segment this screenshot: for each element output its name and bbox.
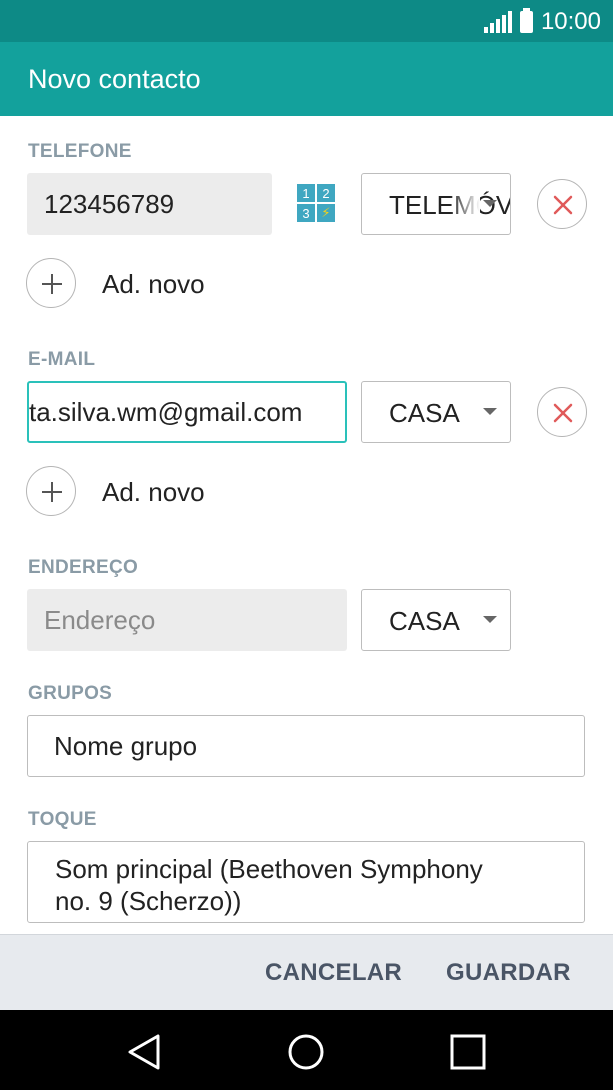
ringtone-section-label: TOQUE (28, 809, 97, 830)
keypad-icon[interactable]: 1 2 3 ⚡ (297, 184, 335, 222)
address-type-dropdown[interactable]: CASA (361, 589, 511, 651)
email-input[interactable]: ta.silva.wm@gmail.com (27, 381, 347, 443)
add-phone-button[interactable] (26, 258, 76, 308)
remove-email-button[interactable] (537, 387, 587, 437)
email-type-dropdown[interactable]: CASA (361, 381, 511, 443)
home-icon[interactable] (286, 1032, 326, 1072)
back-icon[interactable] (125, 1032, 165, 1072)
add-email-button[interactable] (26, 466, 76, 516)
keypad-digit: ⚡ (317, 204, 335, 222)
app-bar: Novo contacto (0, 42, 613, 116)
close-icon (553, 403, 573, 423)
chevron-down-icon (483, 200, 497, 207)
chevron-down-icon (483, 408, 497, 415)
phone-type-dropdown[interactable]: TELEMÓVEL (361, 173, 511, 235)
address-placeholder: Endereço (44, 604, 156, 635)
chevron-down-icon (483, 616, 497, 623)
add-phone-label[interactable]: Ad. novo (102, 269, 205, 300)
email-section-label: E-MAIL (28, 349, 96, 370)
save-button[interactable]: GUARDAR (446, 959, 571, 987)
ringtone-value: Som principal (Beethoven Symphony no. 9 … (55, 854, 483, 916)
address-section-label: ENDEREÇO (28, 557, 139, 578)
signal-icon (483, 11, 512, 33)
battery-icon (519, 8, 533, 33)
groups-value: Nome grupo (54, 730, 198, 761)
add-email-label[interactable]: Ad. novo (102, 477, 205, 508)
address-input[interactable]: Endereço (27, 589, 347, 651)
phone-input[interactable]: 123456789 (27, 173, 272, 235)
contact-form: TELEFONE 123456789 1 2 3 ⚡ TELEMÓVEL Ad.… (0, 116, 613, 934)
address-type-value: CASA (389, 606, 460, 636)
page-title: Novo contacto (28, 64, 201, 94)
keypad-digit: 1 (297, 184, 315, 202)
ringtone-field[interactable]: Som principal (Beethoven Symphony no. 9 … (27, 841, 585, 923)
groups-section-label: GRUPOS (28, 683, 113, 704)
plus-icon (42, 482, 62, 502)
action-bar: CANCELAR GUARDAR (0, 934, 613, 1010)
keypad-digit: 3 (297, 204, 315, 222)
email-input-value: ta.silva.wm@gmail.com (29, 396, 303, 427)
navigation-bar (0, 1010, 613, 1090)
email-type-value: CASA (389, 398, 460, 428)
phone-section-label: TELEFONE (28, 141, 132, 162)
cancel-button[interactable]: CANCELAR (265, 959, 402, 987)
close-icon (553, 195, 573, 215)
remove-phone-button[interactable] (537, 179, 587, 229)
plus-icon (42, 274, 62, 294)
recent-apps-icon[interactable] (448, 1032, 488, 1072)
phone-input-value: 123456789 (44, 188, 175, 219)
status-bar: 10:00 (0, 0, 613, 42)
groups-field[interactable]: Nome grupo (27, 715, 585, 777)
keypad-digit: 2 (317, 184, 335, 202)
status-time: 10:00 (540, 8, 601, 35)
